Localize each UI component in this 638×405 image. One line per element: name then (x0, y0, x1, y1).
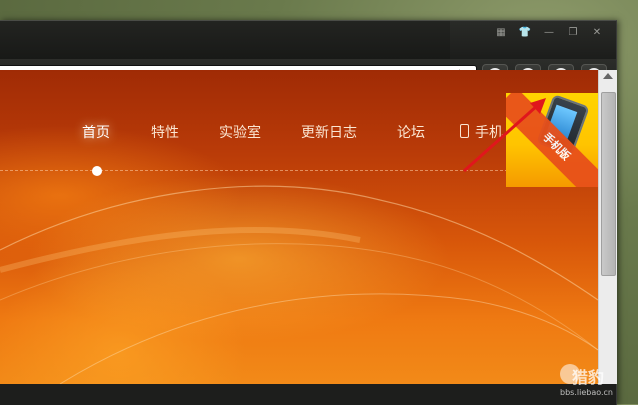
maximize-icon[interactable]: ❐ (562, 23, 584, 41)
watermark-url: bbs.liebao.cn (560, 388, 613, 397)
skin-menu-icon[interactable]: ▦ (490, 23, 512, 41)
nav-home[interactable]: 首页 (82, 122, 110, 142)
scroll-up-icon[interactable] (603, 73, 613, 79)
tab-strip[interactable] (0, 21, 450, 59)
close-icon[interactable]: ✕ (586, 23, 608, 41)
red-arrow-annotation (463, 98, 546, 173)
nav-lab[interactable]: 实验室 (219, 122, 261, 142)
minimize-icon[interactable]: — (538, 23, 560, 41)
vertical-scrollbar[interactable] (598, 70, 617, 384)
theme-icon[interactable]: 👕 (514, 23, 536, 41)
window-controls: ▦ 👕 — ❐ ✕ (490, 23, 608, 41)
scroll-thumb[interactable] (601, 92, 616, 276)
active-indicator-dot (92, 166, 102, 176)
watermark-name: 猎豹 (572, 368, 605, 387)
nav-changelog[interactable]: 更新日志 (301, 122, 357, 142)
nav-forum[interactable]: 论坛 (397, 122, 425, 142)
title-bar: ▦ 👕 — ❐ ✕ (0, 21, 616, 59)
nav-features[interactable]: 特性 (151, 122, 179, 142)
